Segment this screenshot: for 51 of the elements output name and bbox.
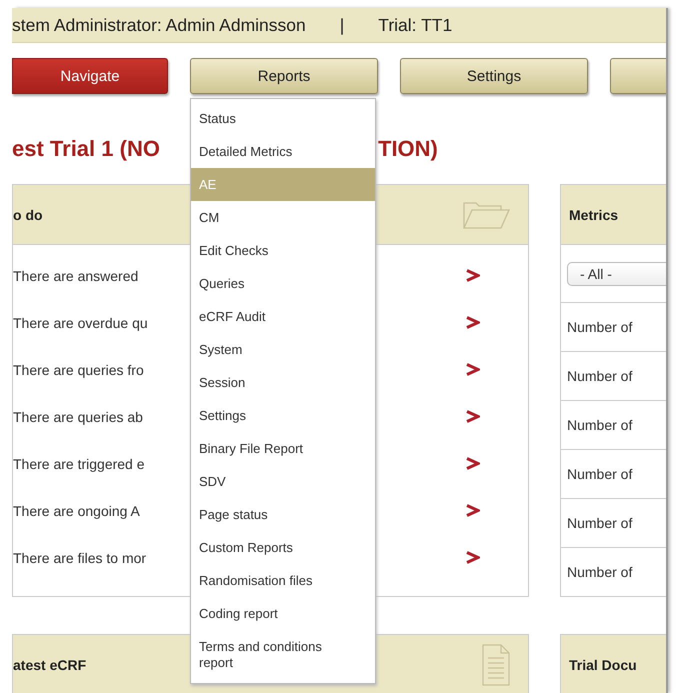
menu-item[interactable]: SDV [191,465,375,498]
menu-item[interactable]: Queries [191,267,375,300]
panel-title: Trial Docu [569,657,637,673]
menu-item[interactable]: Session [191,366,375,399]
folder-icon [462,200,510,230]
page-title: TION) [378,136,438,161]
menu-item[interactable]: Settings [191,399,375,432]
menu-item[interactable]: Binary File Report [191,432,375,465]
todo-item: There are queries ab [13,408,143,424]
document-icon [482,644,510,686]
todo-item: There are overdue qu [13,314,148,330]
chevron-icon[interactable] [466,410,480,423]
metric-label: Number of [567,515,632,531]
menu-item[interactable]: Custom Reports [191,531,375,564]
menu-item[interactable]: Coding report [191,597,375,630]
trial-label: Trial: TT1 [378,14,452,36]
separator-text: | [340,14,344,36]
metric-label: Number of [567,368,632,384]
nav-button[interactable]: Reports [190,58,378,94]
menu-item[interactable]: eCRF Audit [191,300,375,333]
menu-item[interactable]: Edit Checks [191,234,375,267]
menu-item[interactable]: Status [191,102,375,135]
metric-label: Number of [567,564,632,580]
panel-title: Metrics [569,206,618,222]
menu-item[interactable]: Page status [191,498,375,531]
menu-item[interactable]: Randomisation files [191,564,375,597]
metric-label: Number of [567,466,632,482]
chevron-icon[interactable] [466,363,480,376]
menu-item[interactable]: System [191,333,375,366]
menu-item[interactable]: Terms and conditions report [191,630,375,679]
todo-item: There are files to mor [13,550,146,566]
menu-item[interactable]: Detailed Metrics [191,135,375,168]
menu-item[interactable]: CM [191,201,375,234]
todo-item: There are answered [13,268,138,284]
panel-title: atest eCRF [13,657,86,673]
metric-label: Number of [567,319,632,335]
chevron-icon[interactable] [466,504,480,517]
chevron-icon[interactable] [466,316,480,329]
chevron-icon[interactable] [466,551,480,564]
filter-dropdown[interactable]: - All - [567,262,666,286]
panel-title: o do [13,206,43,222]
todo-item: There are queries fro [13,362,144,378]
todo-item: There are triggered e [13,456,145,472]
todo-item: There are ongoing A [13,502,140,518]
chevron-icon[interactable] [466,269,480,282]
nav-button[interactable]: Navigate [12,58,168,94]
page-title: est Trial 1 (NO [12,136,160,161]
chevron-icon[interactable] [466,457,480,470]
nav-button[interactable]: Settings [400,58,588,94]
user-role-label: stem Administrator: Admin Adminsson [12,14,306,36]
metric-label: Number of [567,417,632,433]
